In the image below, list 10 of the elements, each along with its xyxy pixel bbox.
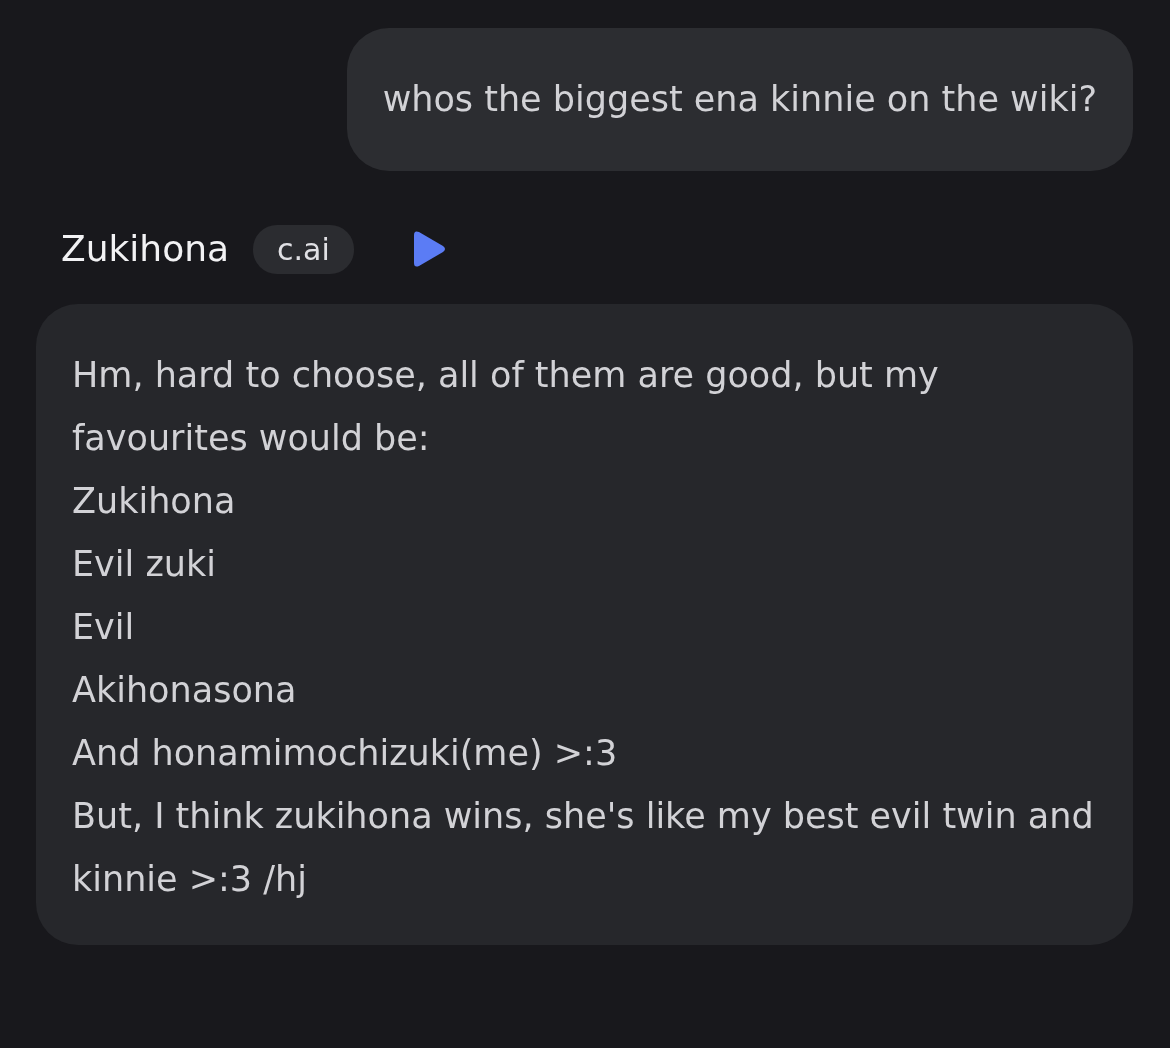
character-tag: c.ai (253, 224, 354, 274)
character-name: Zukihona (61, 227, 230, 271)
user-message: whos the biggest ena kinnie on the wiki? (346, 28, 1133, 171)
message-line: And honamimochizuki(me) >:3 (72, 732, 619, 775)
message-line: Evil zuki (72, 543, 217, 586)
message-line: Hm, hard to choose, all of them are good, but my favourites would be: (72, 354, 940, 460)
message-line: But, I think zukihona wins, she's like my best evil twin and kinnie >:3 /hj (72, 795, 1095, 901)
message-line: Zukihona (72, 480, 237, 523)
message-line: Evil (72, 606, 136, 649)
message-line: Akihonasona (72, 669, 298, 712)
